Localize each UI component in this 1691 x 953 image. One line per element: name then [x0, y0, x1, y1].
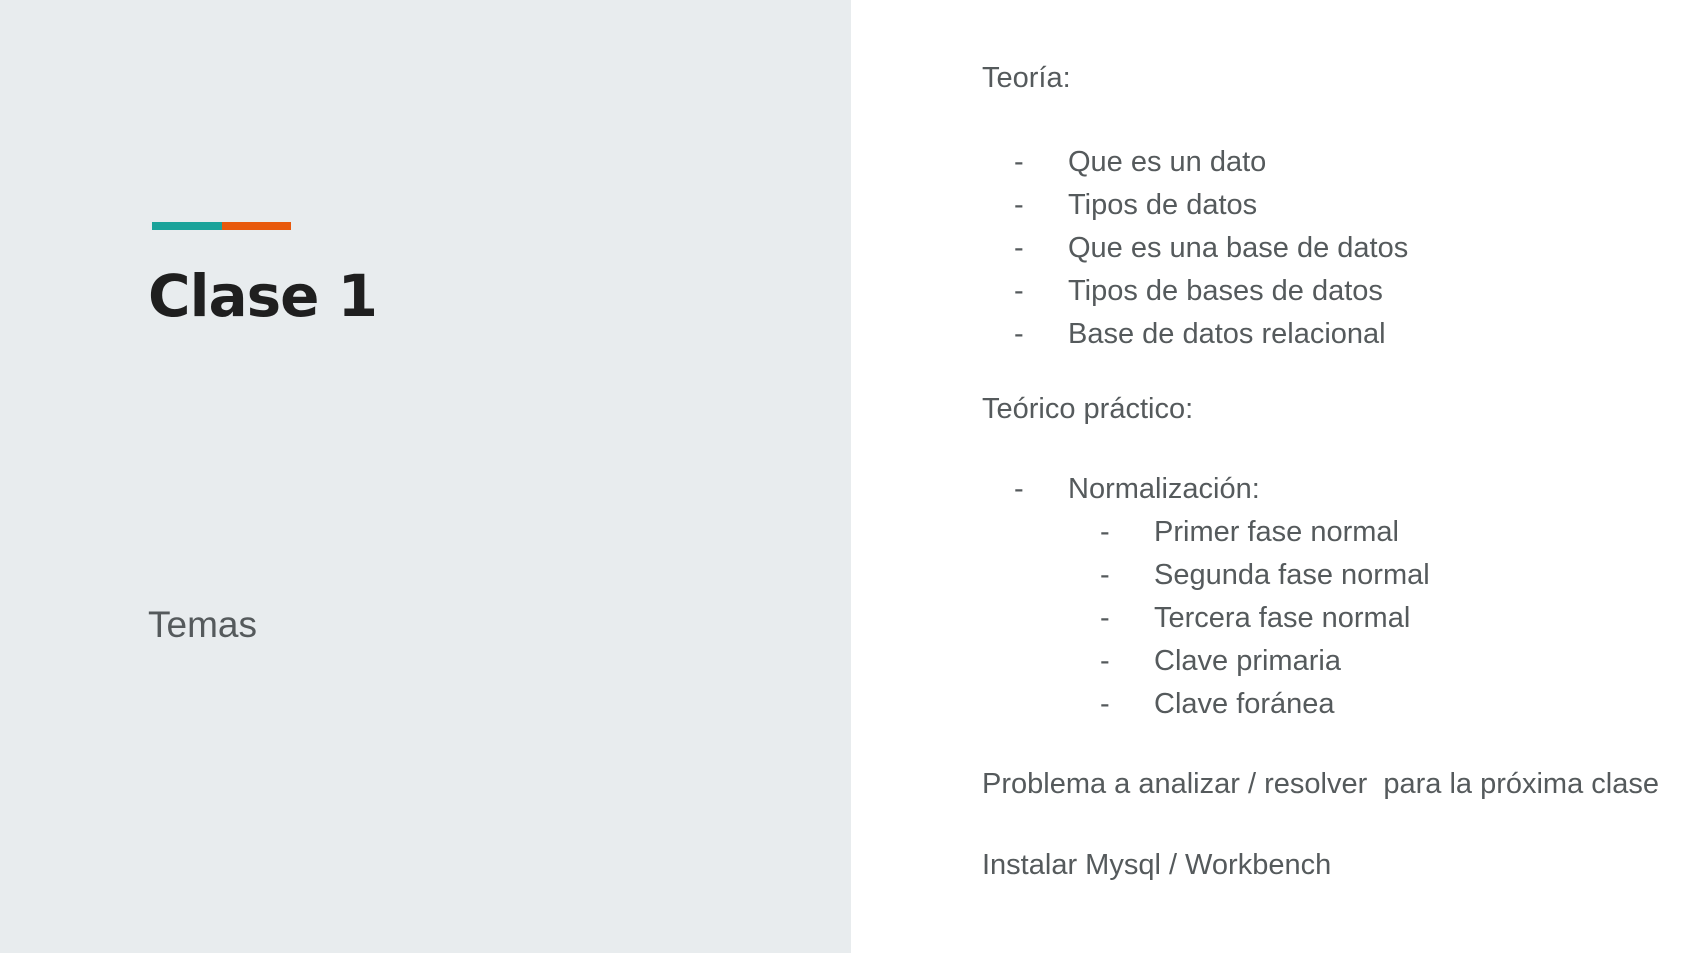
- normalizacion-subitem: Primer fase normal: [1154, 516, 1399, 548]
- bullet-dash: -: [1100, 602, 1110, 634]
- normalizacion-subitem: Clave foránea: [1154, 688, 1335, 720]
- slide-subtitle: Temas: [148, 604, 257, 645]
- bullet-dash: -: [1100, 645, 1110, 677]
- normalizacion-subitem: Tercera fase normal: [1154, 602, 1411, 634]
- teoria-item: Tipos de bases de datos: [1068, 275, 1383, 307]
- normalizacion-item: Normalización:: [1068, 473, 1260, 505]
- teoria-item: Que es un dato: [1068, 146, 1267, 178]
- problema-line: Problema a analizar / resolver para la p…: [982, 768, 1659, 800]
- teoria-item: Base de datos relacional: [1068, 318, 1386, 350]
- slide: Clase 1 Temas Teoría: - Que es un dato -…: [0, 0, 1691, 953]
- bullet-dash: -: [1014, 318, 1024, 350]
- bullet-dash: -: [1100, 516, 1110, 548]
- teorico-practico-heading: Teórico práctico:: [982, 393, 1194, 425]
- bullet-dash: -: [1100, 559, 1110, 591]
- bullet-dash: -: [1014, 189, 1024, 221]
- bullet-dash: -: [1014, 275, 1024, 307]
- teoria-item: Que es una base de datos: [1068, 232, 1409, 264]
- bullet-dash: -: [1100, 688, 1110, 720]
- normalizacion-subitem: Segunda fase normal: [1154, 559, 1430, 591]
- bullet-dash: -: [1014, 232, 1024, 264]
- accent-bar: [152, 222, 291, 230]
- title-panel: Clase 1 Temas: [0, 0, 851, 953]
- slide-title: Clase 1: [148, 262, 378, 330]
- bullet-dash: -: [1014, 473, 1024, 505]
- teoria-item: Tipos de datos: [1068, 189, 1258, 221]
- normalizacion-subitem: Clave primaria: [1154, 645, 1341, 677]
- instalar-line: Instalar Mysql / Workbench: [982, 849, 1332, 881]
- teoria-heading: Teoría:: [982, 62, 1071, 94]
- bullet-dash: -: [1014, 146, 1024, 178]
- accent-bar-teal: [152, 222, 222, 230]
- accent-bar-orange: [221, 222, 291, 230]
